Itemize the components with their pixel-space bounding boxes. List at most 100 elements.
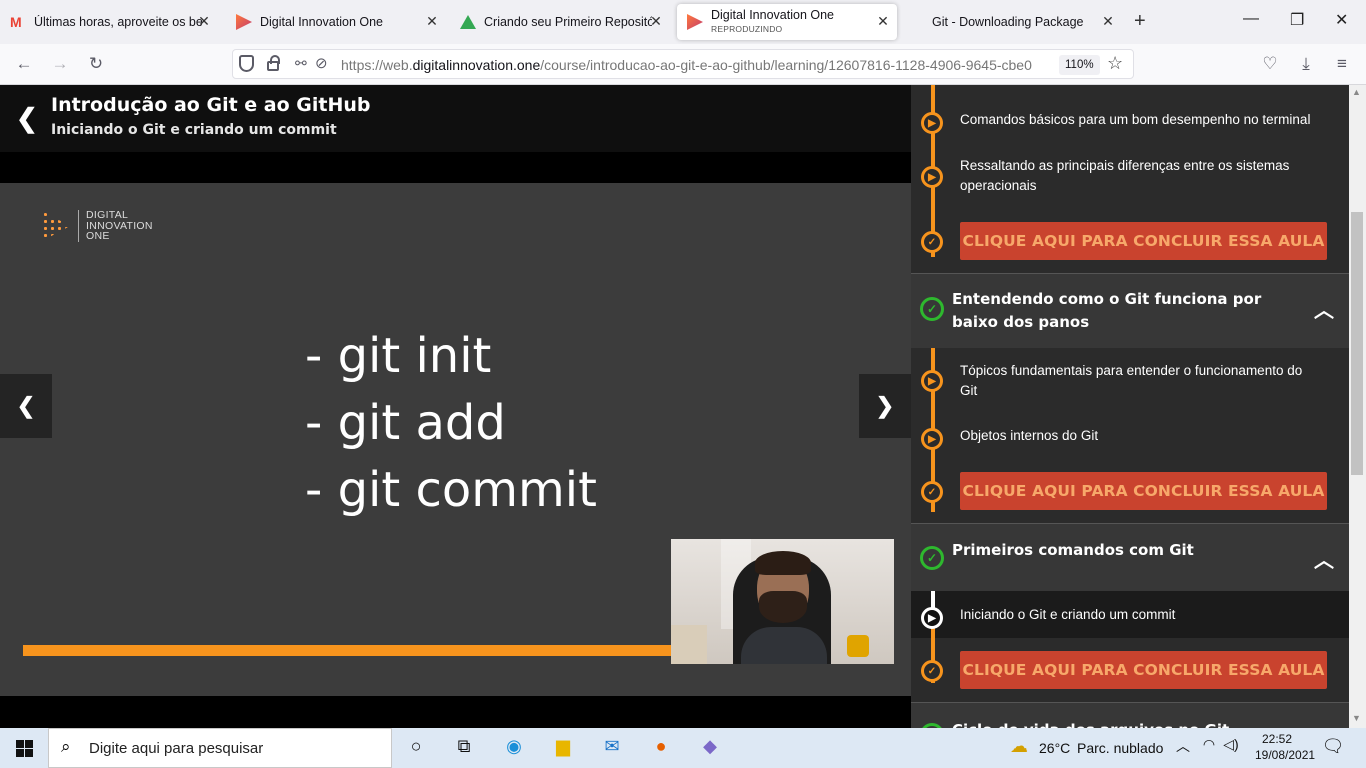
dio-icon: [236, 14, 252, 30]
edge-icon[interactable]: ◉: [501, 736, 527, 760]
section-header[interactable]: ✓ Primeiros comandos com Git ︿: [911, 523, 1349, 591]
conclude-lesson-button[interactable]: CLIQUE AQUI PARA CONCLUIR ESSA AULA: [960, 651, 1327, 689]
url-prefix: https://web.: [341, 57, 413, 73]
lock-icon[interactable]: [267, 55, 280, 71]
tracking-protection-shield-icon[interactable]: [239, 55, 254, 72]
url-domain: digitalinnovation.one: [412, 57, 541, 73]
scroll-up-icon[interactable]: ▲: [1352, 87, 1361, 97]
play-icon: ▶: [921, 112, 943, 134]
tab-dio[interactable]: Digital Innovation One ✕: [226, 0, 446, 44]
lesson-item[interactable]: Tópicos fundamentais para entender o fun…: [960, 361, 1320, 400]
tab-title-block: Digital Innovation One REPRODUZINDO: [711, 9, 881, 36]
taskbar-search-box[interactable]: ⌕ Digite aqui para pesquisar: [48, 728, 392, 768]
conclude-lesson-button[interactable]: CLIQUE AQUI PARA CONCLUIR ESSA AULA: [960, 472, 1327, 510]
chevron-up-icon[interactable]: ︿: [1170, 736, 1196, 760]
tab-title: Git - Downloading Package: [932, 15, 1084, 29]
browser-navbar: ← → ↻ ⚯ ⊘ https://web.digitalinnovation.…: [0, 44, 1366, 85]
firefox-icon[interactable]: ●: [648, 736, 674, 760]
task-view-icon[interactable]: ⧉: [451, 736, 477, 760]
close-icon[interactable]: ✕: [1100, 13, 1116, 30]
permissions-icon[interactable]: ⚯: [295, 55, 307, 72]
back-arrow-icon[interactable]: ←: [14, 54, 34, 74]
pocket-icon[interactable]: ♡: [1260, 54, 1280, 74]
section-title: Primeiros comandos com Git: [952, 541, 1194, 559]
tab-title: Criando seu Primeiro Repositório: [484, 15, 652, 29]
lesson-title: Iniciando o Git e criando um commit: [51, 122, 337, 138]
section-header[interactable]: ✓ Ciclo de vida dos arquivos no Git: [911, 702, 1349, 728]
downloads-icon[interactable]: ⤓: [1296, 54, 1316, 74]
section-title: Ciclo de vida dos arquivos no Git: [952, 719, 1297, 728]
cortana-icon[interactable]: ○: [403, 736, 429, 760]
zoom-indicator[interactable]: 110%: [1059, 55, 1100, 75]
code-line: - git add: [305, 395, 506, 451]
section-completed-check-icon: ✓: [920, 546, 944, 570]
weather-icon: ☁: [1010, 736, 1028, 756]
conclude-lesson-button[interactable]: CLIQUE AQUI PARA CONCLUIR ESSA AULA: [960, 222, 1327, 260]
logo-line: ONE: [86, 230, 110, 243]
check-icon: ✓: [921, 481, 943, 503]
play-icon: ▶: [921, 607, 943, 629]
git-gui-icon[interactable]: ◆: [697, 736, 723, 760]
course-page: ❮ Introdução ao Git e ao GitHub Iniciand…: [0, 85, 1366, 728]
tab-title: Digital Innovation One: [260, 15, 383, 29]
notifications-icon[interactable]: 🗨: [1320, 736, 1346, 760]
tab-title: Últimas horas, aproveite os bene: [34, 15, 202, 29]
close-icon[interactable]: ✕: [424, 13, 440, 30]
windows-start-icon[interactable]: [16, 740, 33, 757]
next-slide-button[interactable]: ❯: [859, 374, 911, 438]
play-icon: ▶: [921, 166, 943, 188]
search-icon: ⌕: [61, 737, 71, 756]
system-clock[interactable]: 22:52 19/08/2021: [1255, 731, 1316, 763]
browser-tab-strip: M Últimas horas, aproveite os bene ✕ Dig…: [0, 0, 1366, 44]
dio-icon: [687, 14, 703, 30]
close-icon[interactable]: ✕: [196, 13, 212, 30]
slide-code: - git init - git add - git commit: [305, 323, 597, 524]
search-placeholder: Digite aqui para pesquisar: [89, 740, 264, 757]
dio-logo: DIGITAL INNOVATION ONE: [42, 210, 153, 242]
video-player[interactable]: DIGITAL INNOVATION ONE - git init - git …: [0, 183, 911, 696]
back-chevron-icon[interactable]: ❮: [16, 103, 38, 133]
instructor-webcam: [671, 539, 894, 664]
weather-temperature[interactable]: 26°C: [1039, 740, 1070, 756]
mail-icon[interactable]: ✉: [599, 736, 625, 760]
new-tab-button[interactable]: +: [1134, 10, 1146, 33]
section-header[interactable]: ✓ Entendendo como o Git funciona por bai…: [911, 273, 1349, 348]
url-path: /course/introducao-ao-git-e-ao-github/le…: [540, 57, 1032, 73]
section-completed-check-icon: ✓: [920, 297, 944, 321]
close-icon[interactable]: ✕: [648, 13, 664, 30]
lesson-item-current[interactable]: Iniciando o Git e criando um commit: [960, 605, 1320, 625]
reload-icon[interactable]: ↻: [86, 54, 106, 74]
slide-progress-bar: [23, 645, 672, 656]
forward-arrow-icon[interactable]: →: [50, 54, 70, 74]
check-icon: ✓: [921, 660, 943, 682]
tab-dio-active[interactable]: Digital Innovation One REPRODUZINDO ✕: [677, 4, 897, 40]
tab-google-drive[interactable]: Criando seu Primeiro Repositório ✕: [450, 0, 670, 44]
chevron-up-icon[interactable]: ︿: [1314, 294, 1334, 323]
course-sidebar: ▶ Comandos básicos para um bom desempenh…: [911, 85, 1349, 728]
menu-hamburger-icon[interactable]: ≡: [1332, 54, 1352, 74]
file-explorer-icon[interactable]: ▆: [550, 736, 576, 760]
close-icon[interactable]: ✕: [875, 13, 891, 30]
chevron-up-icon[interactable]: ︿: [1314, 544, 1334, 573]
dio-logo-text: DIGITAL INNOVATION ONE: [86, 210, 153, 242]
clock-time: 22:52: [1261, 732, 1293, 746]
lesson-item[interactable]: Objetos internos do Git: [960, 426, 1320, 446]
scroll-down-icon[interactable]: ▼: [1352, 713, 1361, 723]
bookmark-star-icon[interactable]: ☆: [1107, 53, 1123, 74]
previous-slide-button[interactable]: ❮: [0, 374, 52, 438]
autoplay-blocked-icon[interactable]: ⊘: [315, 54, 328, 72]
tab-git[interactable]: Git - Downloading Package ✕: [902, 0, 1122, 44]
code-line: - git init: [305, 328, 492, 384]
lesson-item[interactable]: Comandos básicos para um bom desempenho …: [960, 110, 1320, 130]
sidebar-scrollbar[interactable]: ▲ ▼: [1349, 85, 1366, 728]
clock-date: 19/08/2021: [1255, 748, 1316, 762]
minimize-button[interactable]: —: [1243, 10, 1259, 28]
window-close-button[interactable]: ✕: [1335, 10, 1348, 30]
volume-icon[interactable]: ◁): [1218, 736, 1244, 760]
scrollbar-thumb[interactable]: [1351, 212, 1363, 475]
weather-description[interactable]: Parc. nublado: [1077, 740, 1163, 756]
maximize-button[interactable]: ❐: [1290, 10, 1304, 30]
lesson-item[interactable]: Ressaltando as principais diferenças ent…: [960, 156, 1320, 195]
address-bar[interactable]: ⚯ ⊘ https://web.digitalinnovation.one/co…: [232, 49, 1134, 79]
tab-gmail[interactable]: M Últimas horas, aproveite os bene ✕: [0, 0, 218, 44]
